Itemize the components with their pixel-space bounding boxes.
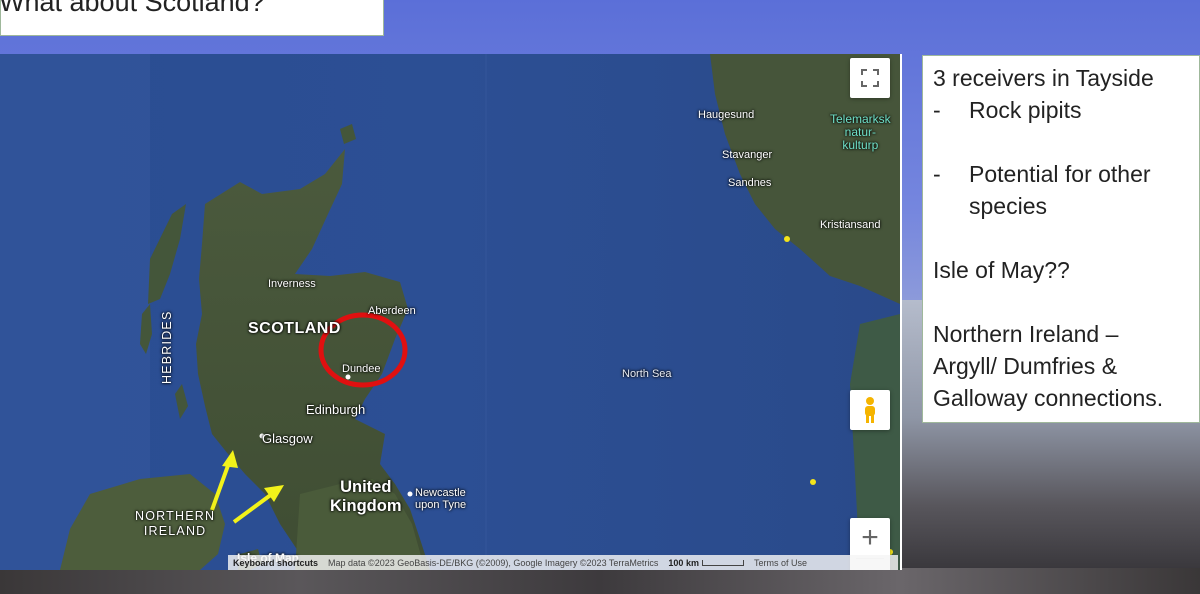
label-edinburgh: Edinburgh	[306, 402, 366, 417]
label-ni-line2: IRELAND	[143, 524, 207, 538]
terms-of-use-link[interactable]: Terms of Use	[749, 558, 812, 568]
scale-label: 100 km	[668, 557, 699, 568]
label-ni-line1: NORTHERN	[135, 509, 216, 523]
label-sandnes: Sandnes	[728, 177, 772, 189]
notes-panel: 3 receivers in Tayside - Rock pipits - P…	[922, 55, 1200, 423]
receiver-dot	[810, 479, 816, 485]
notes-bullet1-dash: -	[933, 97, 941, 123]
label-north-sea: North Sea	[622, 368, 672, 380]
city-dot	[345, 374, 351, 380]
label-haugesund: Haugesund	[698, 109, 755, 121]
fullscreen-button[interactable]	[850, 58, 890, 98]
label-uk-line1: United	[340, 478, 392, 496]
label-northern-ireland: NORTHERN IRELAND	[135, 509, 215, 539]
label-uk-line2: Kingdom	[330, 497, 402, 515]
map-data-attribution: Map data ©2023 GeoBasis-DE/BKG (©2009), …	[328, 557, 659, 568]
keyboard-shortcuts-link[interactable]: Keyboard shortcuts	[228, 558, 323, 568]
label-kristiansand: Kristiansand	[820, 219, 881, 231]
street-view-button[interactable]	[850, 390, 890, 430]
background-shore-strip	[0, 568, 1200, 594]
arrow-dumfries	[232, 485, 284, 524]
notes-ni-line2: Argyll/ Dumfries &	[933, 353, 1118, 379]
slide-title: What about Scotland?	[0, 0, 265, 17]
scale-bar	[701, 560, 744, 567]
label-glasgow: Glasgow	[262, 431, 313, 446]
zoom-in-button[interactable]: +	[850, 518, 890, 558]
notes-bullet1-text: Rock pipits	[969, 97, 1082, 123]
label-stavanger: Stavanger	[722, 149, 773, 161]
notes-receivers: 3 receivers in Tayside	[933, 65, 1154, 91]
slide-title-box: What about Scotland?	[0, 0, 384, 36]
label-dundee: Dundee	[342, 363, 381, 375]
label-aberdeen: Aberdeen	[368, 305, 416, 317]
label-hebrides: HEBRIDES	[160, 310, 174, 384]
notes-bullet2-dash: -	[933, 161, 941, 187]
notes-ni-line3: Galloway connections.	[933, 385, 1164, 411]
label-scotland: SCOTLAND	[248, 320, 341, 337]
label-united-kingdom: United Kingdom	[330, 478, 402, 516]
label-newcastle-line1: Newcastle	[415, 487, 466, 499]
scale-indicator[interactable]: 100 km	[663, 558, 749, 568]
receiver-dot	[784, 236, 790, 242]
label-inverness: Inverness	[268, 278, 316, 290]
fullscreen-icon	[861, 69, 879, 87]
label-telemark-line3: kulturp	[842, 138, 879, 152]
notes-bullet2-text-b: species	[969, 193, 1047, 219]
pegman-icon	[865, 397, 875, 423]
notes-bullet2-text-a: Potential for other	[969, 161, 1151, 187]
label-newcastle: Newcastle upon Tyne	[415, 487, 466, 511]
city-dot	[407, 491, 413, 497]
arrow-argyll	[210, 450, 238, 511]
label-telemark-park: Telemarksk natur- kulturp	[830, 113, 891, 152]
map-view[interactable]: SCOTLAND HEBRIDES Inverness Aberdeen Dun…	[0, 54, 902, 570]
notes-ni-line1: Northern Ireland –	[933, 321, 1119, 347]
map-attribution-bar: Keyboard shortcuts Map data ©2023 GeoBas…	[228, 555, 898, 570]
label-newcastle-line2: upon Tyne	[415, 499, 467, 511]
notes-isle-of-may: Isle of May??	[933, 257, 1070, 283]
